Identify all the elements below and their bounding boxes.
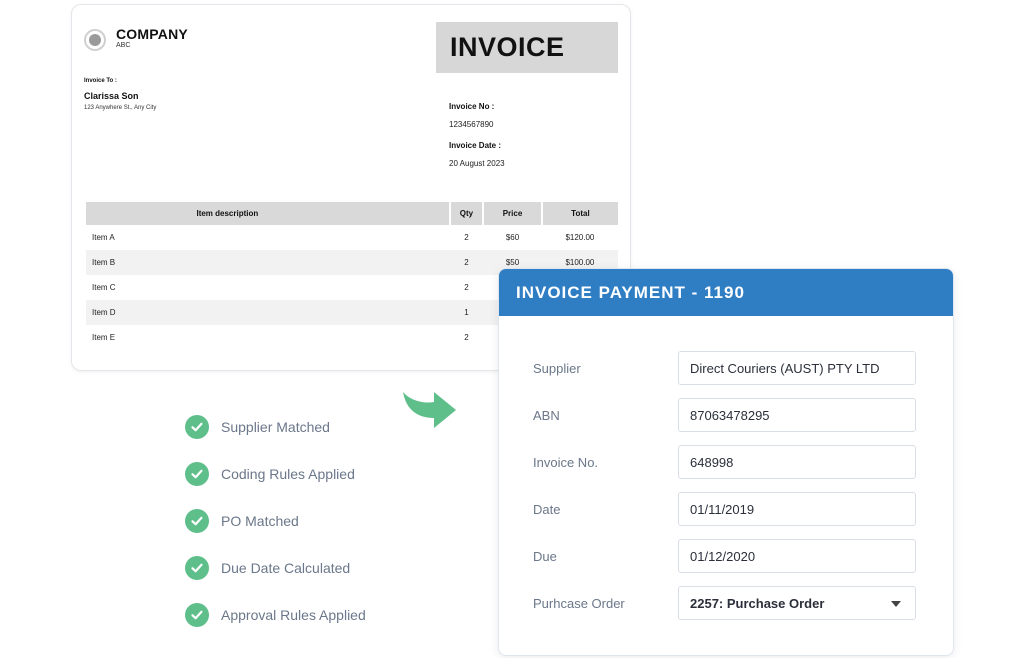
checklist-label: PO Matched — [221, 513, 299, 529]
invoice-no-value: 1234567890 — [449, 120, 494, 129]
abn-value: 87063478295 — [690, 408, 770, 423]
bill-to-label: Invoice To : — [84, 78, 117, 84]
company-name: COMPANY — [116, 26, 188, 42]
checklist-item: Supplier Matched — [185, 415, 330, 439]
item-description: Item C — [92, 283, 116, 292]
item-qty: 2 — [464, 333, 469, 342]
checkmark-icon — [185, 509, 209, 533]
date-label: Date — [533, 502, 561, 517]
invoice-no-label: Invoice No : — [449, 102, 495, 111]
invoice-no-value: 648998 — [690, 455, 734, 470]
company-subtitle: ABC — [116, 42, 131, 49]
item-price: $60 — [505, 233, 520, 242]
abn-field[interactable]: 87063478295 — [678, 398, 916, 432]
bill-to-name: Clarissa Son — [84, 91, 139, 101]
table-row: Item A 2 $60 $120.00 — [86, 225, 618, 250]
due-value: 01/12/2020 — [690, 549, 756, 564]
item-qty: 2 — [464, 233, 469, 242]
checklist-label: Due Date Calculated — [221, 560, 351, 576]
checkmark-icon — [185, 415, 209, 439]
invoice-payment-panel: INVOICE PAYMENT - 1190 Supplier Direct C… — [498, 268, 954, 656]
invoice-title: INVOICE — [450, 32, 565, 62]
checklist-item: Due Date Calculated — [185, 556, 350, 580]
payment-header: INVOICE PAYMENT - 1190 — [499, 269, 953, 316]
checklist-label: Coding Rules Applied — [221, 466, 355, 482]
supplier-field[interactable]: Direct Couriers (AUST) PTY LTD — [678, 351, 916, 385]
date-field[interactable]: 01/11/2019 — [678, 492, 916, 526]
column-header-price: Price — [483, 202, 543, 225]
checklist-label: Approval Rules Applied — [221, 607, 366, 623]
invoice-banner: INVOICE — [436, 22, 618, 73]
purchase-order-value: 2257: Purchase Order — [690, 596, 825, 611]
column-header-description: Item description — [86, 202, 451, 225]
date-value: 01/11/2019 — [690, 502, 755, 517]
payment-title: INVOICE PAYMENT - 1190 — [516, 283, 745, 302]
curved-arrow-right-icon — [403, 392, 456, 428]
due-label: Due — [533, 549, 557, 564]
purchase-order-label: Purhcase Order — [533, 596, 625, 611]
invoice-date-value: 20 August 2023 — [449, 159, 505, 168]
supplier-value: Direct Couriers (AUST) PTY LTD — [690, 361, 880, 376]
item-qty: 2 — [449, 250, 484, 275]
item-qty: 2 — [464, 283, 469, 292]
invoice-no-field[interactable]: 648998 — [678, 445, 916, 479]
supplier-label: Supplier — [533, 361, 581, 376]
bill-to-address: 123 Anywhere St., Any City — [84, 105, 157, 111]
item-description: Item E — [92, 333, 116, 342]
checklist-item: Approval Rules Applied — [185, 603, 366, 627]
table-header-row: Item description Qty Price Total — [86, 202, 618, 225]
due-field[interactable]: 01/12/2020 — [678, 539, 916, 573]
column-header-qty: Qty — [449, 202, 485, 225]
item-description: Item D — [86, 300, 450, 325]
checkmark-icon — [185, 556, 209, 580]
abn-label: ABN — [533, 408, 560, 423]
purchase-order-select[interactable]: 2257: Purchase Order — [678, 586, 916, 620]
checklist-item: PO Matched — [185, 509, 299, 533]
invoice-date-label: Invoice Date : — [449, 141, 502, 150]
checklist-label: Supplier Matched — [221, 419, 330, 435]
item-total: $120.00 — [565, 233, 595, 242]
checkmark-icon — [185, 603, 209, 627]
item-description: Item B — [86, 250, 450, 275]
item-qty: 1 — [449, 300, 484, 325]
column-header-total: Total — [541, 202, 618, 225]
invoice-no-label: Invoice No. — [533, 455, 599, 470]
company-logo-icon — [84, 29, 106, 51]
item-description: Item A — [92, 233, 115, 242]
chevron-down-icon[interactable] — [891, 601, 901, 607]
checklist-item: Coding Rules Applied — [185, 462, 355, 486]
checkmark-icon — [185, 462, 209, 486]
